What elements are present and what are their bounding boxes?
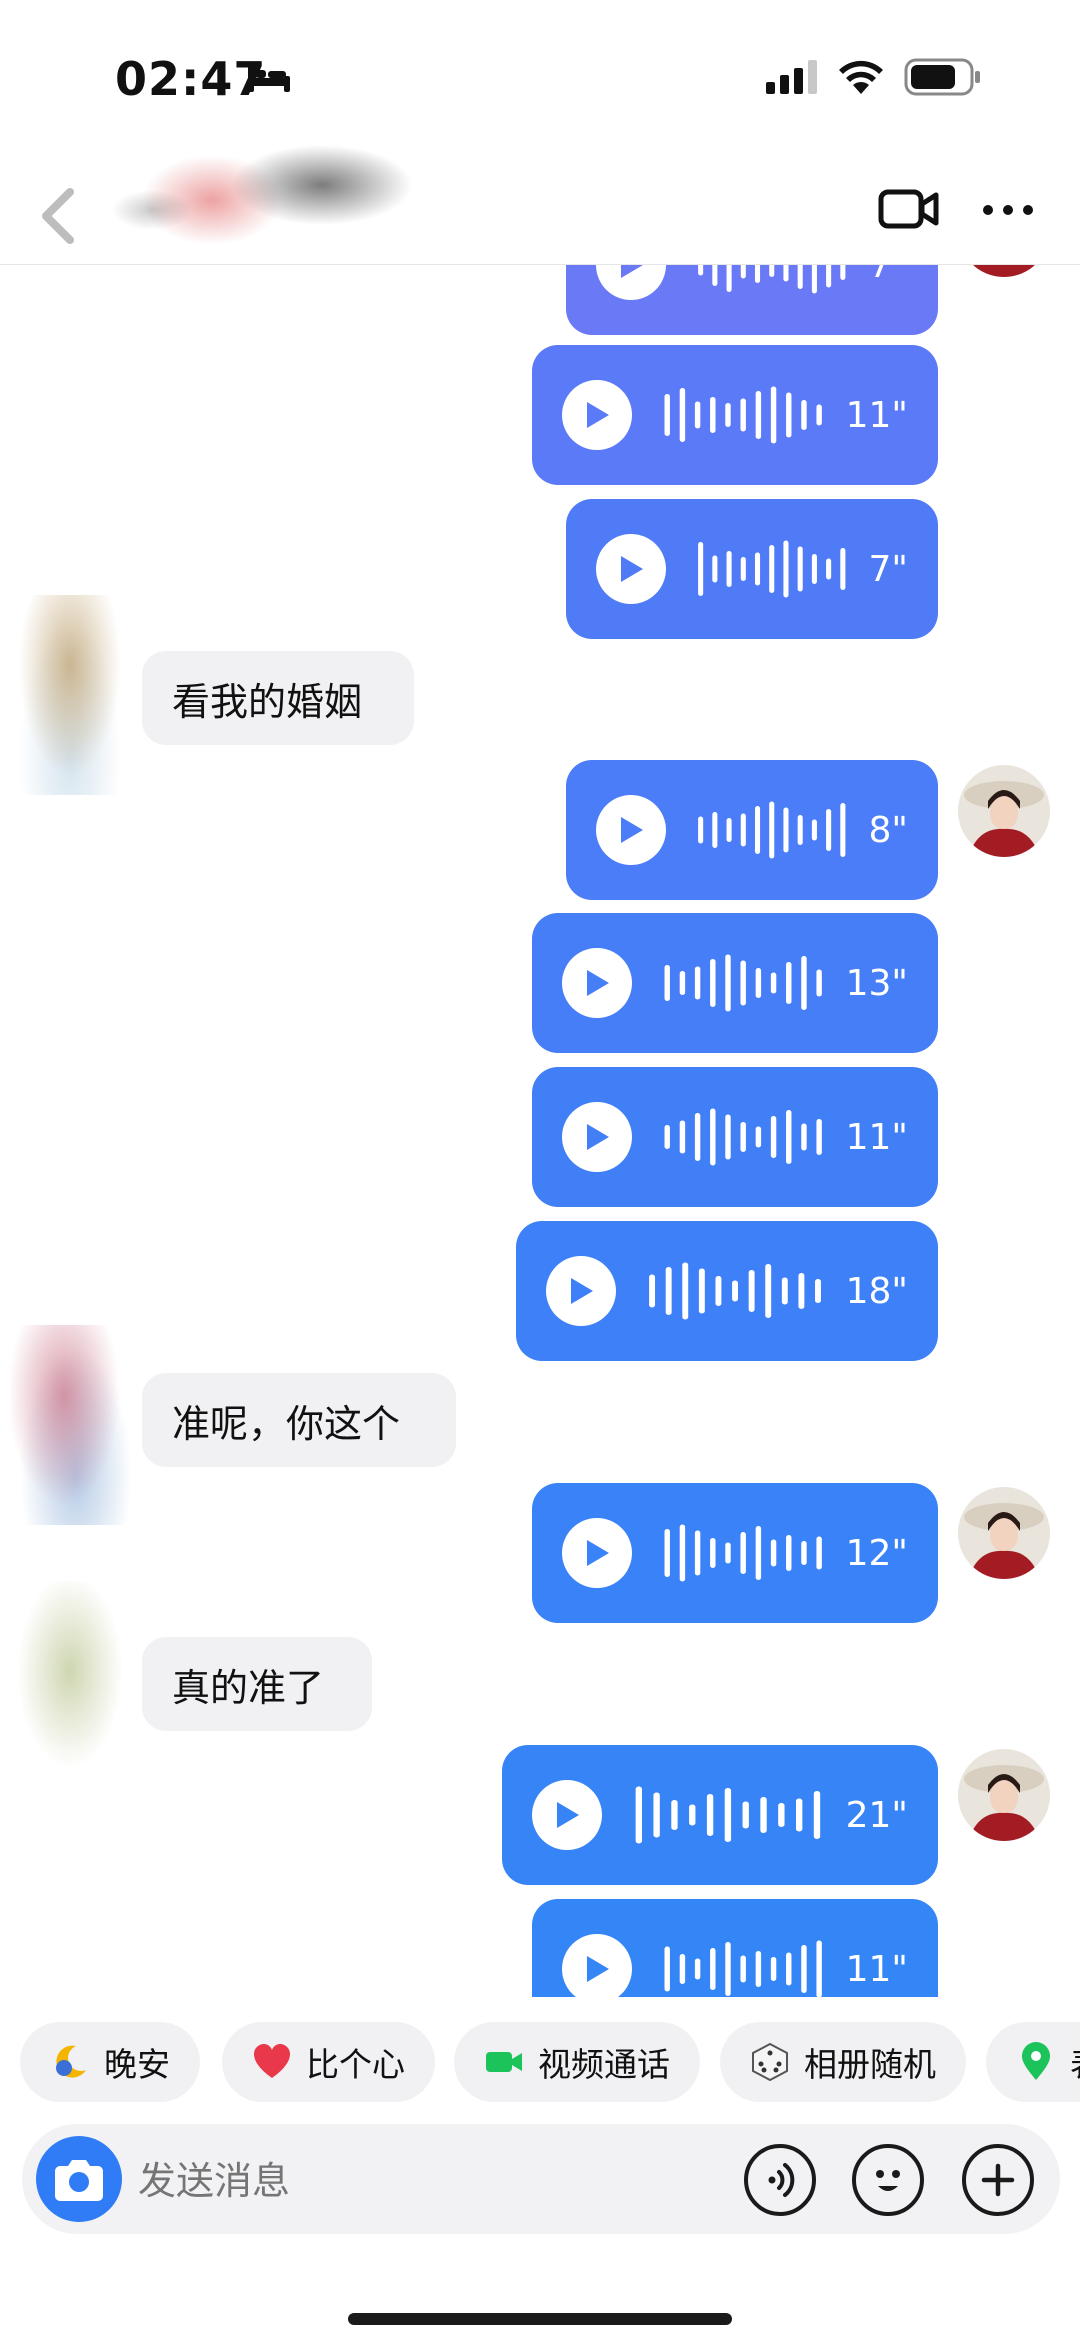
voice-wave-icon xyxy=(768,2163,795,2197)
waveform-icon xyxy=(698,801,846,859)
play-button[interactable] xyxy=(562,380,632,450)
plus-icon xyxy=(981,2163,1015,2197)
voice-message[interactable]: 11" xyxy=(532,1067,938,1207)
contact-avatar-pixelated[interactable] xyxy=(10,1325,130,1525)
contact-avatar-pixelated[interactable] xyxy=(10,595,130,795)
waveform-icon xyxy=(698,540,846,598)
play-button[interactable] xyxy=(532,1780,602,1850)
waveform-icon xyxy=(664,1524,822,1582)
voice-duration: 21" xyxy=(845,1794,908,1836)
video-camera-icon xyxy=(486,2052,522,2072)
chip-label: 表 xyxy=(1070,2038,1080,2086)
voice-duration: 11" xyxy=(845,1948,908,1990)
voice-message[interactable]: 18" xyxy=(516,1221,938,1361)
play-button[interactable] xyxy=(562,1102,632,1172)
voice-input-button[interactable] xyxy=(744,2144,816,2216)
contact-avatar-pixelated[interactable] xyxy=(10,1581,130,1781)
play-icon xyxy=(587,1956,609,1982)
more-options-icon[interactable] xyxy=(980,200,1036,220)
voice-duration: 11" xyxy=(845,1116,908,1158)
chip-label: 相册随机 xyxy=(804,2045,936,2084)
emoji-button[interactable] xyxy=(852,2144,924,2216)
chip-video-call[interactable]: 视频通话 xyxy=(454,2022,700,2102)
moon-icon xyxy=(56,2045,86,2078)
status-time: 02:47 xyxy=(115,52,267,106)
chip-label: 晚安 xyxy=(104,2045,170,2084)
chip-label: 视频通话 xyxy=(538,2045,670,2084)
home-indicator[interactable] xyxy=(348,2313,732,2325)
voice-message[interactable]: 7" xyxy=(566,265,938,335)
my-avatar[interactable] xyxy=(958,765,1050,857)
camera-icon xyxy=(55,2160,103,2201)
waveform-icon xyxy=(664,954,822,1012)
message-text: 准呢，你这个 xyxy=(172,1401,401,1446)
voice-duration: 7" xyxy=(868,548,908,590)
video-call-icon[interactable] xyxy=(878,186,940,232)
play-button[interactable] xyxy=(562,1934,632,1997)
voice-message[interactable]: 13" xyxy=(532,913,938,1053)
message-input[interactable] xyxy=(136,2150,700,2212)
contact-name-pixelated[interactable] xyxy=(92,140,452,250)
voice-duration: 18" xyxy=(845,1270,908,1312)
play-icon xyxy=(587,970,609,996)
chip-location[interactable]: 表 xyxy=(986,2022,1080,2102)
battery-icon xyxy=(904,58,980,96)
back-chevron-icon[interactable] xyxy=(36,186,82,246)
waveform-icon xyxy=(664,1108,822,1166)
play-icon xyxy=(621,817,643,843)
waveform-icon xyxy=(664,386,822,444)
play-button[interactable] xyxy=(596,534,666,604)
voice-message[interactable]: 7" xyxy=(566,499,938,639)
play-icon xyxy=(621,556,643,582)
chip-goodnight[interactable]: 晚安 xyxy=(20,2022,200,2102)
voice-duration: 7" xyxy=(868,265,908,286)
voice-message[interactable]: 12" xyxy=(532,1483,938,1623)
play-button[interactable] xyxy=(562,1518,632,1588)
play-button[interactable] xyxy=(562,948,632,1018)
waveform-icon xyxy=(664,1940,822,1997)
voice-message[interactable]: 21" xyxy=(502,1745,938,1885)
waveform-icon xyxy=(635,1786,821,1844)
message-text: 真的准了 xyxy=(172,1665,325,1710)
play-button[interactable] xyxy=(596,795,666,865)
message-text: 看我的婚姻 xyxy=(172,679,363,724)
smiley-icon xyxy=(876,2170,900,2191)
play-icon xyxy=(557,1802,579,1828)
dice-icon xyxy=(752,2042,788,2082)
play-icon xyxy=(587,1540,609,1566)
waveform-icon xyxy=(649,1262,821,1320)
voice-duration: 13" xyxy=(845,962,908,1004)
chip-heart[interactable]: 比个心 xyxy=(222,2022,435,2102)
add-button[interactable] xyxy=(962,2144,1034,2216)
location-pin-icon xyxy=(1022,2042,1050,2080)
voice-duration: 12" xyxy=(845,1532,908,1574)
incoming-text-message[interactable]: 真的准了 xyxy=(142,1637,372,1731)
play-icon xyxy=(621,265,643,278)
voice-message[interactable]: 8" xyxy=(566,760,938,900)
my-avatar[interactable] xyxy=(958,265,1050,277)
voice-message[interactable]: 11" xyxy=(532,1899,938,1997)
camera-button[interactable] xyxy=(36,2136,122,2222)
chip-album-random[interactable]: 相册随机 xyxy=(720,2022,966,2102)
chip-label: 比个心 xyxy=(306,2045,405,2084)
voice-duration: 11" xyxy=(845,394,908,436)
incoming-text-message[interactable]: 准呢，你这个 xyxy=(142,1373,456,1467)
my-avatar[interactable] xyxy=(958,1487,1050,1579)
play-icon xyxy=(571,1278,593,1304)
play-icon xyxy=(587,1124,609,1150)
message-list[interactable]: 7" 11" 7" 看我的婚姻 8" 13" 11" 18" 准呢，你这个 12… xyxy=(0,265,1080,1997)
wifi-icon xyxy=(839,60,883,94)
voice-duration: 8" xyxy=(868,809,908,851)
quick-reply-bar: 晚安 比个心 视频通话 相册随机 表 xyxy=(0,1998,1080,2118)
play-button[interactable] xyxy=(596,265,666,300)
sleep-focus-icon xyxy=(248,66,290,92)
my-avatar[interactable] xyxy=(958,1749,1050,1841)
voice-message[interactable]: 11" xyxy=(532,345,938,485)
heart-icon xyxy=(254,2044,290,2078)
incoming-text-message[interactable]: 看我的婚姻 xyxy=(142,651,414,745)
cellular-signal-icon xyxy=(766,60,817,94)
waveform-icon xyxy=(698,265,846,294)
play-icon xyxy=(587,402,609,428)
play-button[interactable] xyxy=(546,1256,616,1326)
